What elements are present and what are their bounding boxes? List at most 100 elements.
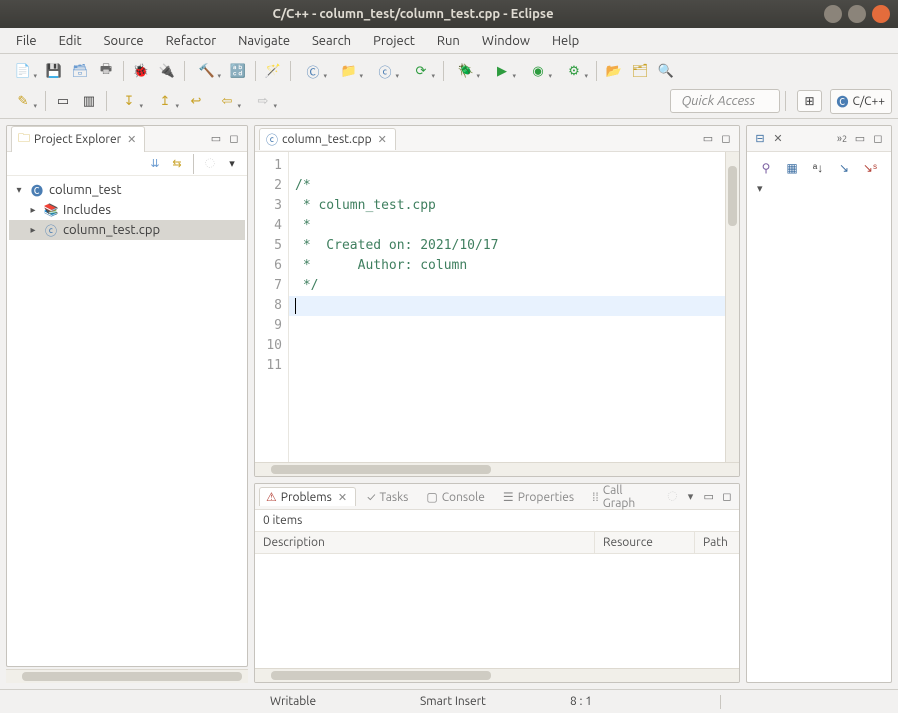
save-all-button[interactable]: 🗃 <box>68 59 92 83</box>
link-editor-button[interactable]: ⇆ <box>168 155 186 173</box>
close-icon[interactable]: ✕ <box>769 130 787 148</box>
project-tree[interactable]: ▾ 🅒 column_test ▸ 📚 Includes ▸ ⓒ column_… <box>7 176 247 666</box>
new-c-class-button[interactable]: Ⓒ <box>296 59 330 83</box>
open-project-button[interactable]: 📂 <box>602 59 626 83</box>
magic-button[interactable]: 🪄 <box>261 59 285 83</box>
build-button[interactable]: 🔨 <box>190 59 224 83</box>
maximize-view-button[interactable]: ◻ <box>719 488 735 506</box>
col-resource[interactable]: Resource <box>595 532 695 553</box>
quick-access-input[interactable]: Quick Access <box>670 89 780 113</box>
col-description[interactable]: Description <box>255 532 595 553</box>
project-explorer-title: Project Explorer <box>34 133 121 146</box>
tab-problems[interactable]: ⚠ Problems ✕ <box>259 487 356 506</box>
tab-callgraph[interactable]: ⁞⁞ Call Graph <box>585 483 658 512</box>
hide-nonpublic-icon[interactable]: ↘ <box>835 160 853 176</box>
search-button[interactable]: 🔍 <box>654 59 678 83</box>
menu-window[interactable]: Window <box>472 31 540 51</box>
open-perspective-button[interactable]: ⊞ <box>797 90 821 112</box>
next-annotation-button[interactable]: ↧ <box>112 89 146 113</box>
tab-console[interactable]: ▢ Console <box>419 487 492 506</box>
title-bar: C/C++ - column_test/column_test.cpp - Ec… <box>0 0 898 28</box>
debug-button[interactable]: 🪲 <box>449 59 483 83</box>
perspective-cpp[interactable]: 🅒C/C++ <box>830 89 893 114</box>
az-sort-icon[interactable]: ᵃ↓ <box>809 160 827 176</box>
profile-button[interactable]: ◉ <box>521 59 555 83</box>
project-explorer-tab[interactable]: 🗀 Project Explorer ✕ <box>11 126 145 152</box>
forward-button[interactable]: ⇨ <box>246 89 280 113</box>
save-button[interactable]: 💾 <box>42 59 66 83</box>
maximize-view-button[interactable]: ◻ <box>869 130 887 148</box>
menu-project[interactable]: Project <box>363 31 425 51</box>
sort-icon[interactable]: ⚲ <box>757 160 775 176</box>
menu-search[interactable]: Search <box>302 31 361 51</box>
col-path[interactable]: Path <box>695 532 740 553</box>
c-file-icon: ⓒ <box>43 222 59 238</box>
outline-menu-button[interactable]: ▾ <box>749 180 889 197</box>
minimize-view-button[interactable]: ▭ <box>207 130 225 148</box>
menu-bar: File Edit Source Refactor Navigate Searc… <box>0 28 898 54</box>
menu-refactor[interactable]: Refactor <box>156 31 227 51</box>
last-edit-button[interactable]: ↩ <box>184 89 208 113</box>
menu-help[interactable]: Help <box>542 31 589 51</box>
menu-source[interactable]: Source <box>94 31 154 51</box>
refresh-button[interactable]: ⟳ <box>404 59 438 83</box>
chevron-right-icon[interactable]: ▸ <box>27 224 39 236</box>
window-maximize-button[interactable] <box>848 5 866 23</box>
close-icon[interactable]: ✕ <box>336 491 349 504</box>
collapse-all-button[interactable]: ⇊ <box>146 155 164 173</box>
code-content[interactable]: /* * column_test.cpp * * Created on: 202… <box>289 152 739 380</box>
new-button[interactable]: 📄 <box>6 59 40 83</box>
view-menu-button[interactable]: ▾ <box>682 488 698 506</box>
tree-file-label: column_test.cpp <box>63 223 160 237</box>
editor-vscroll[interactable] <box>725 152 739 462</box>
tree-source-file[interactable]: ▸ ⓒ column_test.cpp <box>9 220 245 240</box>
minimize-view-button[interactable]: ▭ <box>699 130 717 148</box>
new-folder-button[interactable]: 📁 <box>332 59 366 83</box>
menu-navigate[interactable]: Navigate <box>228 31 300 51</box>
outline-icon[interactable]: ⊟ <box>751 130 769 148</box>
more-views-button[interactable]: »2 <box>833 130 851 148</box>
focus-button[interactable]: ◌ <box>201 155 219 173</box>
menu-file[interactable]: File <box>6 31 47 51</box>
hide-static-icon[interactable]: ↘ˢ <box>861 160 879 176</box>
back-button[interactable]: ⇦ <box>210 89 244 113</box>
fields-icon[interactable]: ▦ <box>783 160 801 176</box>
run-button[interactable]: ▶ <box>485 59 519 83</box>
external-tools-button[interactable]: ⚙ <box>557 59 591 83</box>
maximize-view-button[interactable]: ◻ <box>717 130 735 148</box>
tab-tasks[interactable]: ✓ Tasks <box>360 488 415 506</box>
toggle-mark-button[interactable]: ▭ <box>51 89 75 113</box>
close-icon[interactable]: ✕ <box>376 133 389 146</box>
problems-count: 0 items <box>255 510 739 531</box>
editor-tab[interactable]: ⓒ column_test.cpp ✕ <box>259 128 396 150</box>
build-config-button[interactable]: 🔡 <box>226 59 250 83</box>
annotation-button[interactable]: ✎ <box>6 89 40 113</box>
menu-run[interactable]: Run <box>427 31 470 51</box>
toggle-block-button[interactable]: ▥ <box>77 89 101 113</box>
disconnect-button[interactable]: 🔌 <box>155 59 179 83</box>
tree-includes[interactable]: ▸ 📚 Includes <box>9 200 245 220</box>
window-minimize-button[interactable] <box>824 5 842 23</box>
window-close-button[interactable] <box>872 5 890 23</box>
chevron-right-icon[interactable]: ▸ <box>27 204 39 216</box>
tree-project-root[interactable]: ▾ 🅒 column_test <box>9 180 245 200</box>
open-resource-button[interactable]: 🗂 <box>628 59 652 83</box>
minimize-view-button[interactable]: ▭ <box>851 130 869 148</box>
code-editor[interactable]: 1 2 3 4 5 6 7 8 9 10 11 /* * column_test… <box>255 152 739 462</box>
editor-hscroll[interactable] <box>255 462 739 476</box>
prev-annotation-button[interactable]: ↥ <box>148 89 182 113</box>
skip-breakpoints-button[interactable]: 🐞 <box>129 59 153 83</box>
tab-properties[interactable]: ☰ Properties <box>496 487 581 506</box>
new-source-button[interactable]: ⓒ <box>368 59 402 83</box>
problems-hscroll[interactable] <box>255 668 739 682</box>
focus-button[interactable]: ◌ <box>664 488 680 506</box>
close-icon[interactable]: ✕ <box>125 133 138 146</box>
problems-table-body[interactable] <box>255 554 739 668</box>
maximize-view-button[interactable]: ◻ <box>225 130 243 148</box>
menu-edit[interactable]: Edit <box>49 31 92 51</box>
project-explorer-hscroll[interactable] <box>6 669 248 683</box>
view-menu-button[interactable]: ▾ <box>223 155 241 173</box>
print-button[interactable]: 🖶 <box>94 59 118 83</box>
minimize-view-button[interactable]: ▭ <box>701 488 717 506</box>
chevron-down-icon[interactable]: ▾ <box>13 184 25 196</box>
